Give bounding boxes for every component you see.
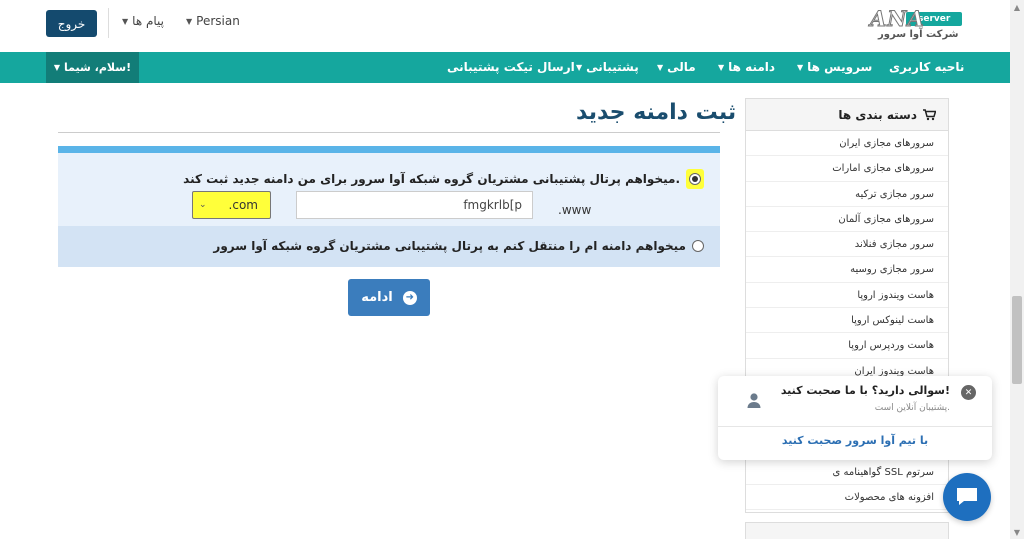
scroll-up-icon[interactable]: ▲ [1010, 0, 1024, 14]
sidebar-item[interactable]: گواهینامه ی SSL سرتوم [746, 460, 948, 486]
user-avatar-icon [747, 393, 761, 408]
chevron-down-icon: ▼ [718, 63, 725, 72]
user-greeting-menu[interactable]: ▼ سلام، شیما! [46, 52, 139, 83]
www-prefix: .www [558, 203, 592, 217]
sidebar-item[interactable]: سرورهای مجازی امارات [746, 156, 948, 182]
sidebar-item[interactable]: سرور مجازی فنلاند [746, 232, 948, 258]
tld-value: .com [228, 198, 258, 212]
scroll-down-icon[interactable]: ▼ [1010, 525, 1024, 539]
register-radio[interactable] [689, 173, 701, 185]
title-divider [58, 132, 720, 133]
company-name: شرکت آوا سرور [878, 29, 959, 40]
language-menu[interactable]: ▼ Persian [186, 14, 240, 28]
option-register-label: میخواهم پرتال پشتیبانی مشتریان گروه شبکه… [183, 172, 680, 186]
chevron-down-icon: ▼ [657, 63, 664, 72]
page-scrollbar[interactable]: ▲ ▼ [1010, 0, 1024, 539]
sidebar-item[interactable]: هاست ویندوز اروپا [746, 283, 948, 309]
close-icon[interactable]: ✕ [961, 385, 976, 400]
option-transfer[interactable]: میخواهم دامنه ام را منتقل کنم به پرتال پ… [213, 239, 704, 253]
sidebar-item[interactable]: سرورهای مجازی ایران [746, 131, 948, 157]
main-navbar: ▼ سلام، شیما! ارسال تیکت پشتیبانی ▼ پشتی… [0, 52, 1010, 83]
language-label: Persian [196, 14, 240, 28]
chat-question: سوالی دارید؟ با ما صحبت کنید! [780, 384, 950, 397]
nav-item-domains[interactable]: ▼ دامنه ها [718, 52, 775, 83]
scroll-thumb[interactable] [1012, 296, 1022, 384]
logout-button[interactable]: خروج [46, 10, 97, 37]
chat-start-link[interactable]: با تیم آوا سرور صحبت کنید [718, 434, 992, 447]
sidebar-item[interactable]: هاست لینوکس اروپا [746, 308, 948, 334]
chevron-down-icon: ▼ [186, 16, 193, 26]
chevron-down-icon: ⌄ [199, 200, 207, 210]
messages-label: پیام ها [132, 14, 165, 28]
sidebar-item[interactable]: هاست وردپرس اروپا [746, 333, 948, 359]
transfer-radio[interactable] [692, 240, 704, 252]
nav-item-client-area[interactable]: ناحیه کاربری [889, 52, 964, 83]
nav-item-support[interactable]: ▼ پشتیبانی [576, 52, 639, 83]
categories-heading: دسته بندی ها [746, 99, 948, 131]
chat-divider [718, 426, 992, 427]
categories-heading-label: دسته بندی ها [838, 107, 917, 122]
chevron-down-icon: ▼ [797, 63, 804, 72]
continue-label: ادامه [361, 290, 393, 305]
chevron-down-icon: ▼ [53, 63, 61, 72]
nav-item-billing[interactable]: ▼ مالی [657, 52, 696, 83]
sidebar-item[interactable]: افزونه های محصولات [746, 485, 948, 511]
top-header: خروج ▼ پیام ها ▼ Persian server ANA شرکت… [0, 0, 1010, 52]
chat-popup: ✕ سوالی دارید؟ با ما صحبت کنید! پشتیبان … [718, 376, 992, 460]
company-logo[interactable]: server ANA شرکت آوا سرور [868, 6, 964, 46]
sidebar-item[interactable]: سرور مجازی روسیه [746, 257, 948, 283]
greeting-label: سلام، شیما! [64, 61, 132, 74]
domain-input[interactable]: fmgkrlb[p [296, 191, 533, 219]
option-register-row[interactable]: میخواهم پرتال پشتیبانی مشتریان گروه شبکه… [183, 169, 704, 189]
logo-text: ANA [870, 6, 925, 32]
chevron-down-icon: ▼ [122, 16, 129, 26]
tld-select[interactable]: ⌄ .com [192, 191, 271, 219]
domain-options-panel: میخواهم پرتال پشتیبانی مشتریان گروه شبکه… [58, 146, 720, 267]
option-transfer-row: میخواهم دامنه ام را منتقل کنم به پرتال پ… [58, 226, 720, 267]
nav-item-send-ticket[interactable]: ارسال تیکت پشتیبانی [447, 52, 575, 83]
arrow-right-icon: ➜ [402, 290, 417, 305]
chat-launcher-button[interactable] [943, 473, 991, 521]
sidebar-second-panel [745, 522, 949, 539]
header-divider [108, 8, 109, 38]
chat-icon [957, 488, 977, 505]
sidebar-item[interactable]: سرورهای مجازی آلمان [746, 207, 948, 233]
sidebar-item[interactable]: سرور مجازی ترکیه [746, 182, 948, 207]
nav-item-services[interactable]: ▼ سرویس ها [797, 52, 872, 83]
page-title: ثبت دامنه جدید [576, 100, 737, 125]
option-transfer-label: میخواهم دامنه ام را منتقل کنم به پرتال پ… [213, 239, 686, 253]
cart-icon [923, 108, 936, 120]
chevron-down-icon: ▼ [576, 63, 583, 72]
chat-status: پشتیبان آنلاین است. [874, 403, 950, 413]
continue-button[interactable]: ادامه ➜ [348, 279, 430, 316]
messages-menu[interactable]: ▼ پیام ها [122, 14, 164, 28]
radio-highlight [686, 169, 704, 189]
